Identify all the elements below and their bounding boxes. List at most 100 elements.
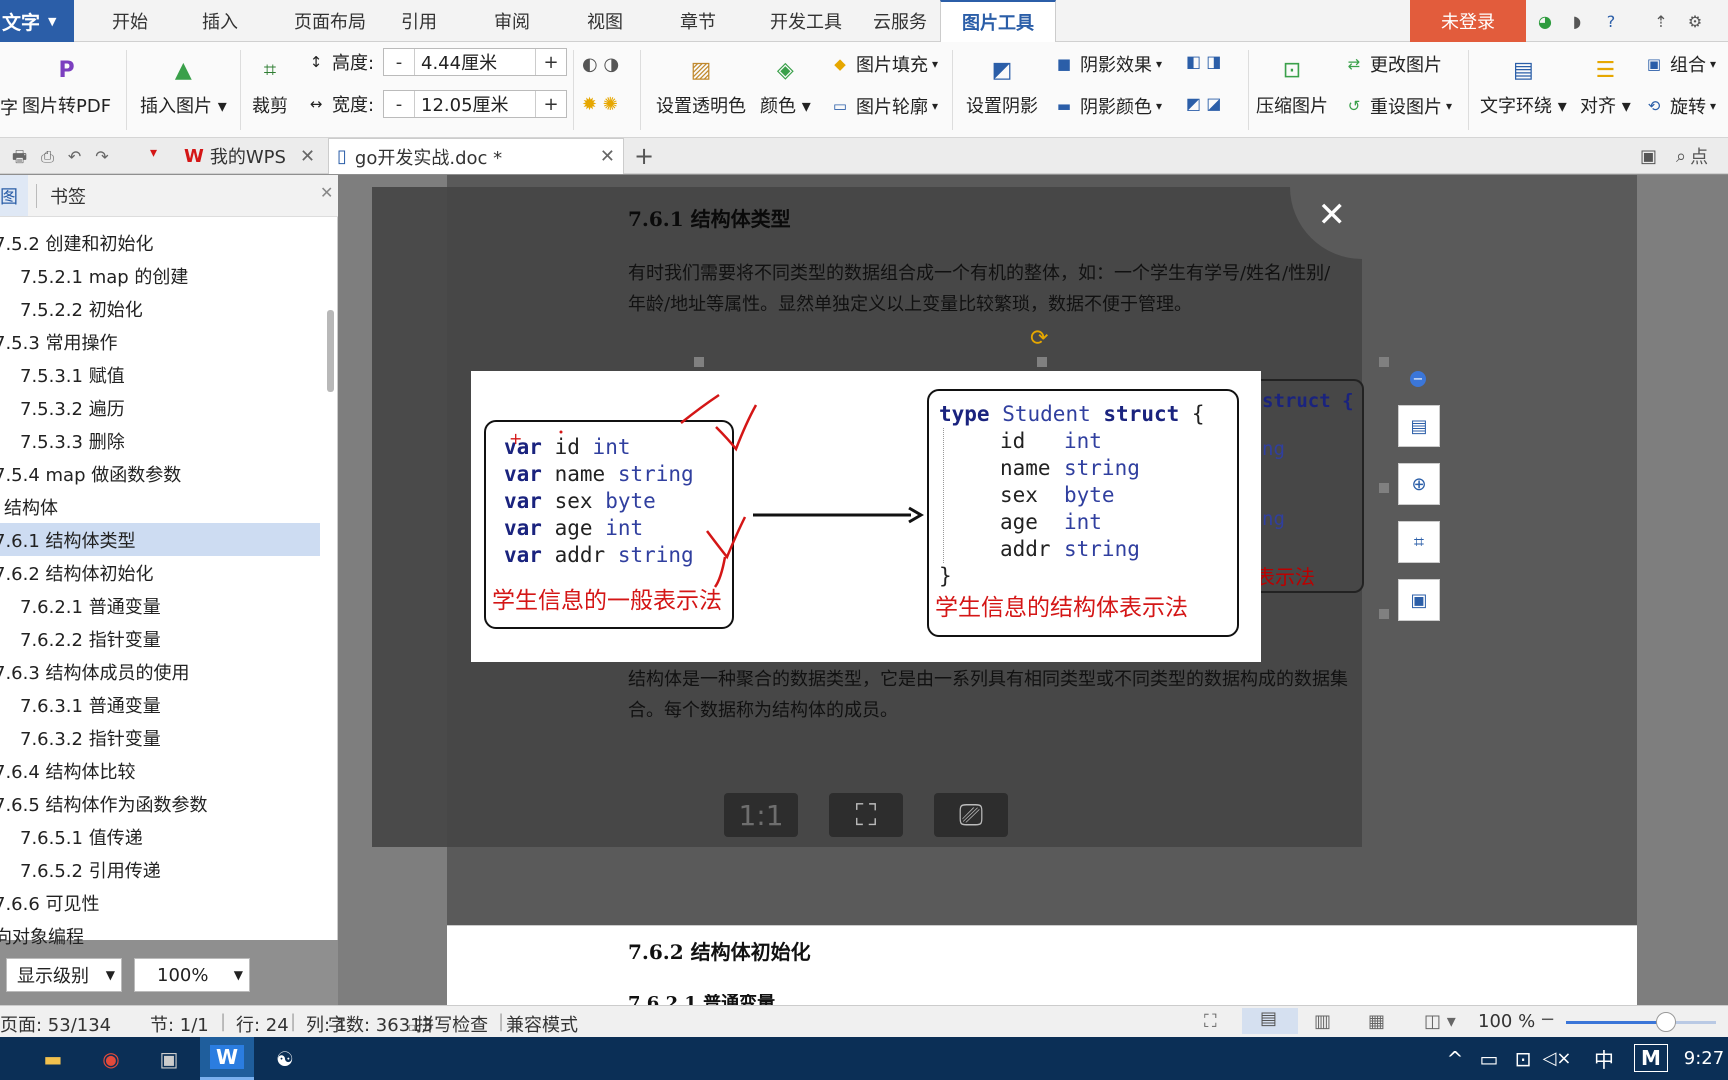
menu-picture-tools[interactable]: 图片工具	[940, 0, 1056, 42]
tray-expand-icon[interactable]: ^	[1440, 1037, 1470, 1080]
ime-mode-icon[interactable]: M	[1634, 1044, 1668, 1072]
nav-item[interactable]: 7.6.4 结构体比较	[0, 754, 320, 787]
layout-options-button[interactable]: ▤	[1398, 405, 1440, 447]
insert-picture-button[interactable]: ▲ 插入图片 ▾	[140, 56, 227, 118]
spell-check-button[interactable]: ▫拼写检查	[408, 1011, 488, 1037]
resize-handle[interactable]	[694, 357, 704, 367]
fit-window-button[interactable]: ⛶	[829, 793, 903, 837]
settings-icon[interactable]: ⚙	[1684, 10, 1706, 32]
menu-review[interactable]: 审阅	[488, 0, 536, 42]
set-shadow-button[interactable]: ◩ 设置阴影	[966, 56, 1038, 118]
ribbon-cut-label[interactable]: 字	[0, 94, 18, 120]
rotate-handle-icon[interactable]: ⟳	[1030, 326, 1048, 351]
nav-item[interactable]: 7.5.2.2 初始化	[0, 292, 326, 325]
width-input[interactable]: 12.05厘米	[414, 91, 536, 117]
zoom-slider-thumb[interactable]	[1656, 1012, 1676, 1032]
height-decrease-button[interactable]: -	[384, 52, 414, 73]
height-spinner[interactable]: - 4.44厘米 +	[383, 48, 567, 76]
height-increase-button[interactable]: +	[536, 52, 566, 73]
picture-outline-button[interactable]: ▭ 图片轮廓 ▾	[830, 93, 938, 119]
nav-item[interactable]: 向对象编程	[0, 919, 316, 952]
compress-picture-button[interactable]: ⊡ 压缩图片	[1256, 56, 1328, 118]
rotate-button[interactable]: ⟲ 旋转 ▾	[1644, 93, 1716, 119]
nav-zoom-select[interactable]: 100% ▼	[134, 958, 250, 992]
nav-item[interactable]: 7.6.3.1 普通变量	[0, 688, 326, 721]
network-icon[interactable]: ⊡	[1508, 1037, 1538, 1080]
screenshot-button[interactable]: ⎚	[934, 793, 1008, 837]
scrollbar-thumb[interactable]	[327, 310, 334, 392]
web-view-icon[interactable]: ▦	[1368, 1011, 1385, 1032]
new-tab-button[interactable]: +	[634, 138, 658, 174]
login-button[interactable]: 未登录	[1410, 0, 1526, 42]
help-icon[interactable]: ?	[1600, 10, 1622, 32]
battery-icon[interactable]: ▭	[1474, 1037, 1504, 1080]
share-icon[interactable]: ◗	[1566, 10, 1588, 32]
clock[interactable]: 9:27	[1680, 1037, 1728, 1080]
page-view-button[interactable]: ▤	[1242, 1008, 1298, 1034]
color-button[interactable]: ◈ 颜色 ▾	[760, 56, 811, 118]
quick-access-toolbar[interactable]: 🖶⎙↶↷	[12, 146, 123, 173]
width-decrease-button[interactable]: -	[384, 94, 414, 115]
nav-item[interactable]: 7.6.3.2 指针变量	[0, 721, 326, 754]
nav-item[interactable]: 7.5.3.1 赋值	[0, 358, 326, 391]
shadow-color-button[interactable]: ▬ 阴影颜色 ▾	[1054, 93, 1162, 119]
nav-item[interactable]: 7.6.1 结构体类型	[0, 523, 320, 556]
close-icon[interactable]: ✕	[320, 183, 333, 202]
collapse-icon[interactable]: −	[1410, 371, 1426, 387]
resize-handle[interactable]	[1379, 609, 1389, 619]
group-button[interactable]: ▣ 组合 ▾	[1644, 51, 1716, 77]
actual-size-button[interactable]: 1:1	[724, 793, 798, 837]
menu-home[interactable]: 开始	[92, 0, 168, 42]
file-explorer-icon[interactable]: ▬	[30, 1037, 76, 1080]
picture-to-pdf-button[interactable]: P 图片转PDF	[22, 56, 111, 118]
zoom-out-button[interactable]: −	[1540, 1009, 1555, 1030]
wps-writer-icon[interactable]: W	[200, 1037, 254, 1080]
brightness-icon[interactable]: ✹ ✺	[582, 94, 618, 115]
picture-fill-button[interactable]: ◆ 图片填充 ▾	[830, 51, 938, 77]
menu-chapter[interactable]: 章节	[674, 0, 722, 42]
collapse-ribbon-icon[interactable]: ⇡	[1650, 10, 1672, 32]
tab-bookmark[interactable]: 书签	[50, 175, 86, 216]
height-input[interactable]: 4.44厘米	[414, 49, 536, 75]
focus-mode-icon[interactable]: ⛶	[1204, 1011, 1217, 1032]
menu-page-layout[interactable]: 页面布局	[272, 0, 388, 42]
skin-icon[interactable]: ◕	[1534, 10, 1556, 32]
outline-view-icon[interactable]: ▥	[1314, 1011, 1331, 1032]
shadow-effect-button[interactable]: ■ 阴影效果 ▾	[1054, 51, 1162, 77]
picture-tools-side-button[interactable]: ▣	[1398, 579, 1440, 621]
nav-item[interactable]: 7.5.3.3 删除	[0, 424, 326, 457]
menu-reference[interactable]: 引用	[395, 0, 443, 42]
read-mode-icon[interactable]: ◫ ▾	[1424, 1011, 1456, 1032]
nav-item[interactable]: 7.6.2 结构体初始化	[0, 556, 320, 589]
volume-icon[interactable]: ◁×	[1542, 1037, 1572, 1080]
zoom-preview-button[interactable]: ⊕	[1398, 463, 1440, 505]
crop-button[interactable]: ⌗ 裁剪	[252, 56, 288, 118]
nav-item[interactable]: 7.6.6 可见性	[0, 886, 320, 919]
set-transparent-button[interactable]: ▨ 设置透明色	[656, 56, 746, 118]
resize-handle[interactable]	[1037, 357, 1047, 367]
shadow-nudge-icon[interactable]: ◩ ◪	[1186, 94, 1221, 113]
nav-item[interactable]: 7.5.4 map 做函数参数	[0, 457, 320, 490]
display-level-select[interactable]: 显示级别 ▼	[6, 958, 122, 992]
crop-side-button[interactable]: ⌗	[1398, 521, 1440, 563]
tab-outline[interactable]: 图	[0, 175, 28, 216]
zoom-level[interactable]: 100 %	[1478, 1011, 1535, 1032]
status-page[interactable]: 页面: 53/134	[0, 1011, 111, 1037]
change-picture-button[interactable]: ⇄ 更改图片	[1344, 51, 1442, 77]
menu-developer[interactable]: 开发工具	[756, 0, 856, 42]
nav-item[interactable]: 7.5.2 创建和初始化	[0, 226, 320, 259]
menu-cloud[interactable]: 云服务	[862, 0, 938, 42]
reset-picture-button[interactable]: ↺ 重设图片 ▾	[1344, 93, 1452, 119]
close-icon[interactable]: ✕	[300, 146, 315, 167]
resize-handle[interactable]	[1379, 483, 1389, 493]
menu-view[interactable]: 视图	[580, 0, 630, 42]
nav-item[interactable]: 7.5.3 常用操作	[0, 325, 320, 358]
text-wrap-button[interactable]: ▤ 文字环绕 ▾	[1480, 56, 1567, 118]
tab-document[interactable]: ▯ go开发实战.doc * ✕	[328, 138, 624, 174]
width-increase-button[interactable]: +	[536, 94, 566, 115]
media-player-icon[interactable]: ☯	[262, 1037, 308, 1080]
nav-item[interactable]: 7.6.5.2 引用传递	[0, 853, 326, 886]
app-menu-button[interactable]: 文字 ▼	[0, 0, 74, 42]
contrast-icon[interactable]: ◐ ◑	[582, 54, 619, 75]
terminal-icon[interactable]: ▣	[146, 1037, 192, 1080]
